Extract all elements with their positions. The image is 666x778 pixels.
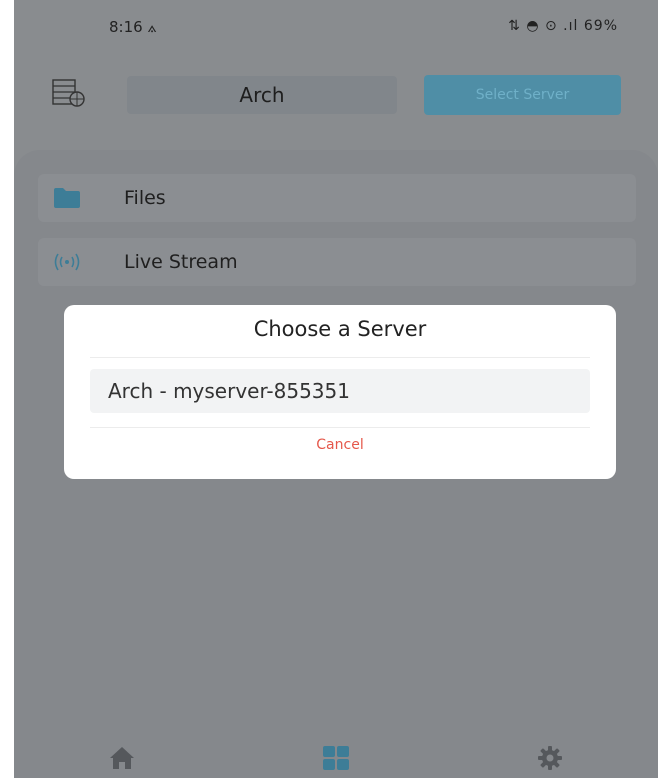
server-option[interactable]: Arch - myserver-855351 <box>90 369 590 413</box>
header: Arch Select Server <box>14 70 658 120</box>
battery-level: 69% <box>583 18 618 34</box>
app-screen: 8:16 ⟑ ⇅ ◓ ⊙ .ıl 69% Arch Select Server … <box>14 0 658 778</box>
choose-server-dialog: Choose a Server Arch - myserver-855351 C… <box>64 305 616 479</box>
signal-icons: ⇅ ◓ ⊙ .ıl <box>508 18 584 34</box>
current-server-name: Arch <box>127 76 397 114</box>
menu-item-label: Live Stream <box>124 251 238 273</box>
grid-icon[interactable] <box>321 744 351 772</box>
menu-item-live-stream[interactable]: Live Stream <box>38 238 636 286</box>
status-time: 8:16 ⟑ <box>109 18 157 36</box>
status-indicators: ⇅ ◓ ⊙ .ıl 69% <box>508 18 618 34</box>
folder-icon <box>54 188 80 208</box>
dialog-divider <box>90 427 590 428</box>
dialog-divider <box>90 357 590 358</box>
dialog-title: Choose a Server <box>253 317 427 341</box>
status-bar: 8:16 ⟑ ⇅ ◓ ⊙ .ıl 69% <box>14 0 658 52</box>
settings-icon[interactable] <box>535 744 565 772</box>
bottom-nav <box>14 740 658 778</box>
broadcast-icon <box>54 253 80 271</box>
cancel-button[interactable]: Cancel <box>64 437 616 453</box>
select-server-button[interactable]: Select Server <box>424 75 621 115</box>
menu-item-files[interactable]: Files <box>38 174 636 222</box>
home-icon[interactable] <box>107 744 137 772</box>
server-grid-icon[interactable] <box>52 78 86 108</box>
menu-item-label: Files <box>124 187 166 209</box>
